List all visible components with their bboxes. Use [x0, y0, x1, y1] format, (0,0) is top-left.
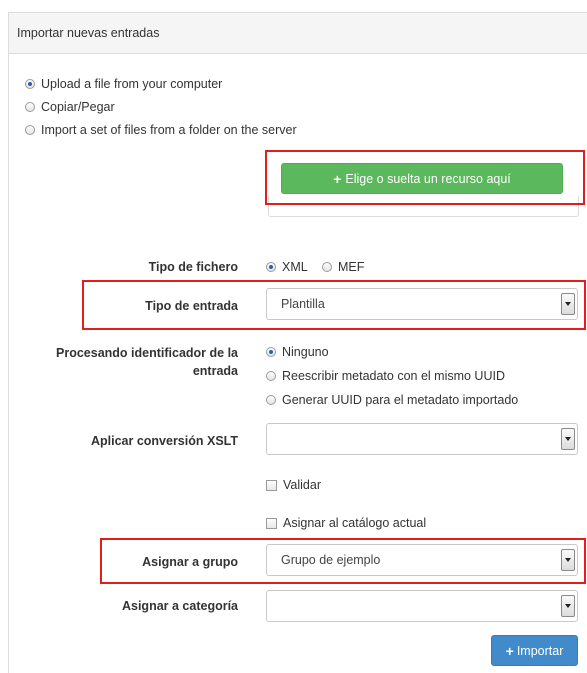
panel-heading: Importar nuevas entradas [9, 13, 587, 54]
source-option-paste[interactable]: Copiar/Pegar [25, 100, 115, 114]
validate-checkbox[interactable] [266, 479, 277, 491]
radio-overwrite[interactable] [266, 371, 276, 381]
import-button[interactable]: + Importar [491, 635, 578, 666]
source-option-label: Import a set of files from a folder on t… [41, 123, 297, 137]
file-type-label: Tipo de fichero [148, 260, 238, 274]
identifier-label-line2: entrada [192, 364, 238, 378]
radio-generate[interactable] [266, 395, 276, 405]
assign-catalog-label: Asignar al catálogo actual [283, 516, 427, 530]
source-option-server-folder[interactable]: Import a set of files from a folder on t… [25, 123, 297, 137]
identifier-label-line1: Procesando identificador de la [56, 346, 238, 360]
highlight-group [100, 538, 586, 584]
radio-paste[interactable] [25, 102, 35, 112]
identifier-label: Procesando identificador de la entrada [20, 344, 238, 380]
identifier-option-overwrite[interactable]: Reescribir metadato con el mismo UUID [266, 369, 505, 383]
radio-upload[interactable] [25, 79, 35, 89]
highlight-upload [265, 150, 585, 205]
xslt-select[interactable] [266, 423, 578, 455]
identifier-option-none[interactable]: Ninguno [266, 345, 329, 359]
identifier-option-generate[interactable]: Generar UUID para el metadato importado [266, 393, 518, 407]
radio-mef[interactable] [322, 262, 332, 272]
identifier-option-label: Ninguno [282, 345, 329, 359]
xslt-label: Aplicar conversión XSLT [90, 434, 238, 448]
identifier-option-label: Generar UUID para el metadato importado [282, 393, 519, 407]
source-option-upload[interactable]: Upload a file from your computer [25, 77, 222, 91]
category-select[interactable] [266, 590, 578, 622]
import-button-label: Importar [516, 643, 564, 658]
validate-checkbox-row[interactable]: Validar [266, 478, 321, 492]
source-option-label: Upload a file from your computer [41, 77, 223, 91]
radio-none[interactable] [266, 347, 276, 357]
chevron-down-icon[interactable] [561, 428, 575, 450]
file-type-xml-option[interactable]: XML [266, 260, 308, 274]
radio-xml[interactable] [266, 262, 276, 272]
identifier-option-label: Reescribir metadato con el mismo UUID [282, 369, 505, 383]
assign-catalog-checkbox[interactable] [266, 517, 277, 529]
chevron-down-icon[interactable] [561, 595, 575, 617]
file-type-mef-label: MEF [338, 260, 365, 274]
file-type-mef-option[interactable]: MEF [322, 260, 364, 274]
category-label: Asignar a categoría [121, 599, 238, 613]
plus-icon: + [505, 642, 514, 659]
file-type-xml-label: XML [282, 260, 308, 274]
radio-server-folder[interactable] [25, 125, 35, 135]
panel-title: Importar nuevas entradas [17, 26, 160, 40]
highlight-entry-type [82, 280, 586, 330]
assign-catalog-checkbox-row[interactable]: Asignar al catálogo actual [266, 516, 426, 530]
source-option-label: Copiar/Pegar [41, 100, 115, 114]
validate-label: Validar [283, 478, 321, 492]
